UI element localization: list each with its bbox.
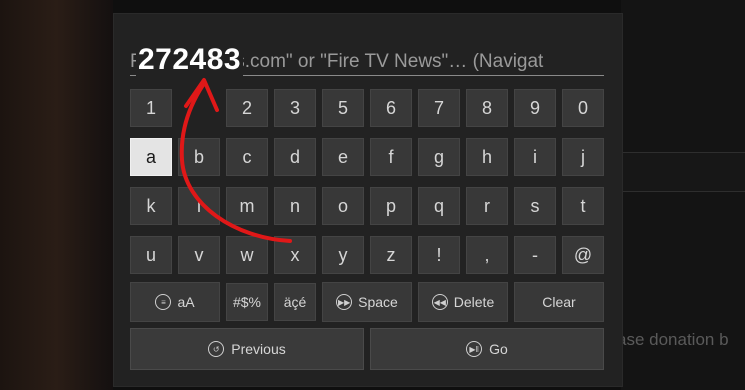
annotation-arrow-icon xyxy=(179,78,292,243)
